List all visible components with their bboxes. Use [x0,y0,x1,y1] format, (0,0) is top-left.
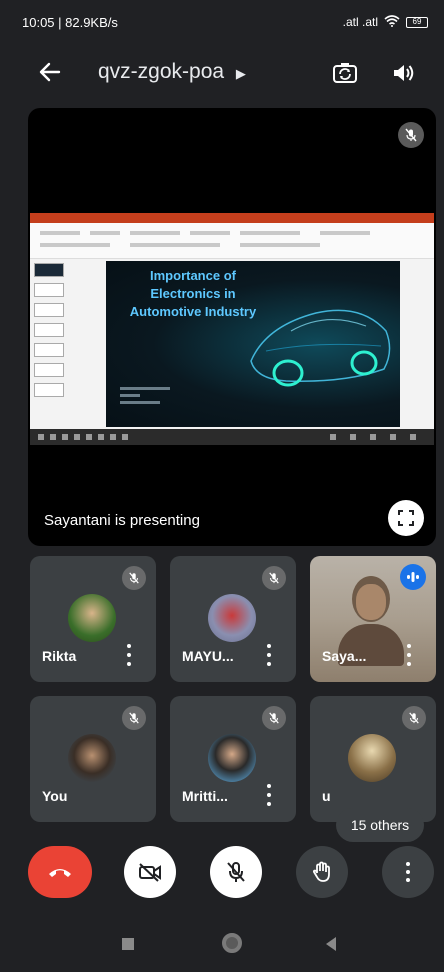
avatar [348,734,396,782]
mic-off-icon [122,566,146,590]
camera-toggle-button[interactable] [124,846,176,898]
avatar [68,594,116,642]
speaking-indicator [400,564,426,590]
call-controls [0,846,444,906]
status-bar: 10:05 | 82.9KB/s .atl .atl 69 [0,0,444,44]
switch-camera-button[interactable] [330,58,360,88]
end-call-button[interactable] [28,846,92,898]
avatar [208,734,256,782]
raise-hand-button[interactable] [296,846,348,898]
participant-tile-you[interactable]: You [30,696,156,822]
more-vert-icon[interactable] [404,644,414,666]
speaker-icon [394,65,414,81]
participant-tile-mritti[interactable]: Mritti... [170,696,296,822]
participant-name: Mritti... [182,788,228,804]
recents-button[interactable] [122,938,134,950]
raise-hand-icon [312,861,330,882]
others-count-button[interactable]: 15 others [336,808,424,842]
participant-name: u [322,788,331,804]
mic-toggle-button[interactable] [210,846,262,898]
back-nav-button[interactable] [326,937,336,951]
participant-tile-u[interactable]: u [310,696,436,822]
participant-name: Rikta [42,648,77,664]
camera-off-icon [139,863,161,882]
presentation-tile[interactable]: Importance of Electronics in Automotive … [28,108,436,546]
meeting-code: qvz-zgok-poa [98,60,225,83]
status-icons: .atl .atl 69 [342,14,428,30]
mic-off-icon [405,128,417,142]
mic-off-icon [122,706,146,730]
battery-level: 69 [412,16,422,26]
home-button[interactable] [222,933,242,953]
more-vert-icon[interactable] [124,644,134,666]
audio-level-icon [407,572,419,582]
status-time: 10:05 | 82.9KB/s [22,14,118,30]
chevron-right-icon: ▶ [235,66,246,81]
app-ribbon [30,223,434,259]
participant-name: Saya... [322,648,367,664]
car-illustration [250,309,391,387]
app-title-bar [30,213,434,223]
wifi-icon [384,14,400,30]
more-vert-icon [403,862,413,882]
presenter-muted-indicator [398,122,424,148]
meeting-title[interactable]: qvz-zgok-poa ▶ [98,60,246,84]
mic-off-icon [402,706,426,730]
participant-name: You [42,788,68,804]
mic-off-icon [262,566,286,590]
slide-thumbnails [34,263,68,423]
slide-author-info [120,387,170,408]
participant-tile-mayu[interactable]: MAYU... [170,556,296,682]
system-nav-bar [0,914,444,972]
avatar [208,594,256,642]
phone-hangup-icon [49,869,71,877]
participant-tile-rikta[interactable]: Rikta [30,556,156,682]
signal-icon: .atl .atl [342,15,378,29]
fullscreen-button[interactable] [388,500,424,536]
speaker-button[interactable] [388,58,418,88]
presenting-label: Sayantani is presenting [44,512,200,529]
participant-tile-sayantani[interactable]: Saya... [310,556,436,682]
more-vert-icon[interactable] [264,784,274,806]
avatar [68,734,116,782]
back-button[interactable] [36,58,64,86]
arrow-left-icon [39,62,61,82]
switch-camera-icon [333,63,357,83]
more-options-button[interactable] [382,846,434,898]
mic-off-icon [262,706,286,730]
fullscreen-icon [398,510,414,526]
battery-icon: 69 [406,16,428,28]
participant-name: MAYU... [182,648,234,664]
shared-screen: Importance of Electronics in Automotive … [30,213,434,445]
mic-off-icon [227,862,245,882]
taskbar [30,429,434,445]
current-slide: Importance of Electronics in Automotive … [106,261,400,427]
meeting-header: qvz-zgok-poa ▶ [0,44,444,100]
more-vert-icon[interactable] [264,644,274,666]
